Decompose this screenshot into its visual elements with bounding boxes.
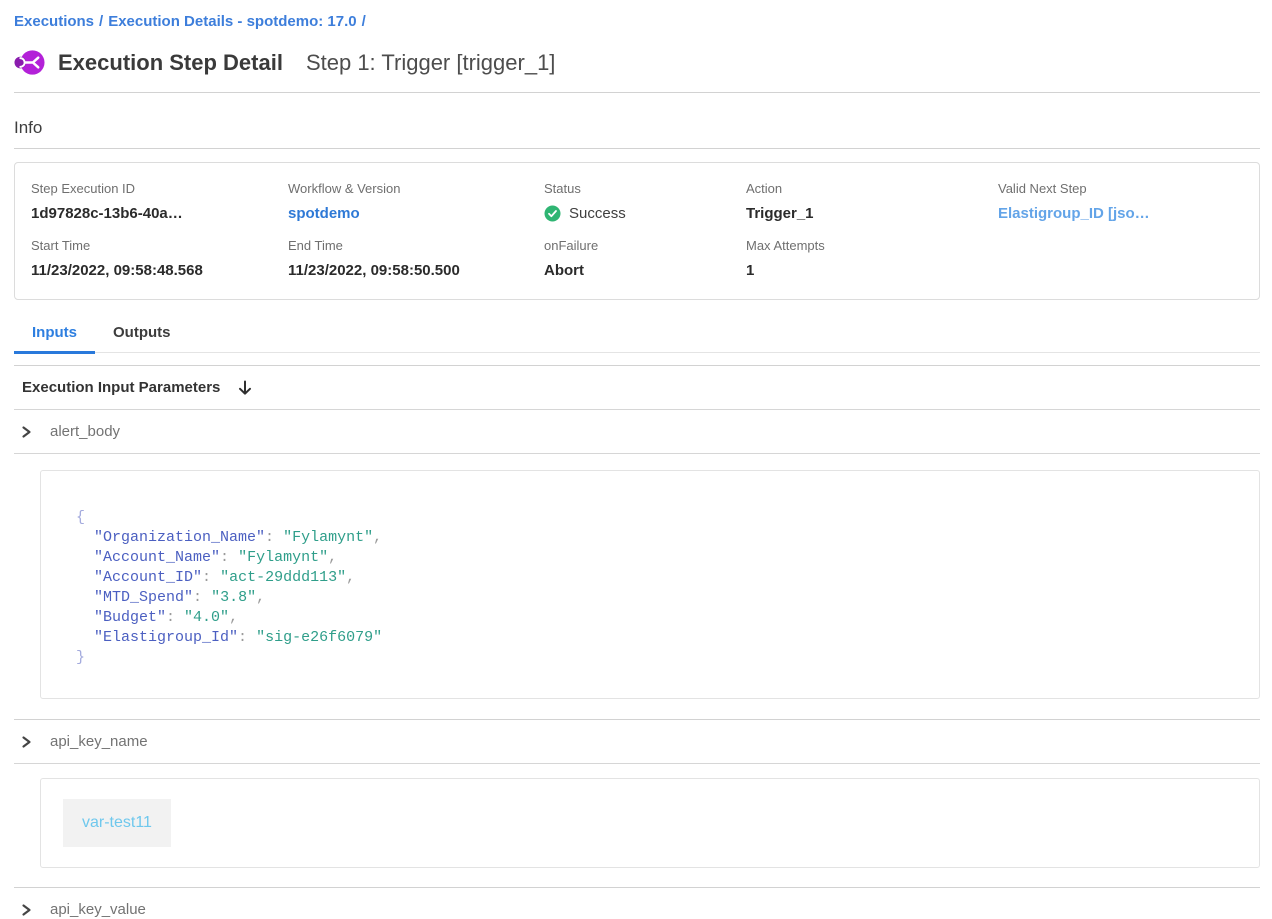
breadcrumb-separator: / — [94, 13, 108, 30]
execution-input-parameters-label: Execution Input Parameters — [22, 379, 220, 397]
step-execution-id-value: 1d97828c-13b6-40a… — [31, 205, 288, 222]
field-label: Step Execution ID — [31, 181, 288, 196]
info-field-step-execution-id: Step Execution ID 1d97828c-13b6-40a… — [31, 181, 288, 222]
section-alert-body[interactable]: alert_body — [14, 410, 1260, 453]
field-label: Status — [544, 181, 746, 196]
breadcrumb: Executions/Execution Details - spotdemo:… — [14, 0, 1260, 31]
onfailure-value: Abort — [544, 262, 746, 279]
action-value: Trigger_1 — [746, 205, 998, 222]
info-field-action: Action Trigger_1 — [746, 181, 998, 222]
section-api-key-name[interactable]: api_key_name — [14, 720, 1260, 763]
chevron-right-icon[interactable] — [20, 903, 33, 917]
valid-next-step-link[interactable]: Elastigroup_ID [jso… — [998, 205, 1243, 222]
start-time-value: 11/23/2022, 09:58:48.568 — [31, 262, 288, 279]
info-field-onfailure: onFailure Abort — [544, 238, 746, 279]
tab-outputs[interactable]: Outputs — [95, 314, 189, 352]
field-label: Valid Next Step — [998, 181, 1243, 196]
breadcrumb-executions[interactable]: Executions — [14, 13, 94, 30]
section-label-api-key-name: api_key_name — [50, 733, 148, 751]
execution-input-parameters-header[interactable]: Execution Input Parameters — [14, 366, 1260, 409]
info-field-empty — [998, 238, 1243, 279]
breadcrumb-trailing-separator: / — [357, 13, 371, 30]
page-subtitle: Step 1: Trigger [trigger_1] — [306, 50, 555, 76]
page-title: Execution Step Detail — [58, 50, 283, 76]
alert-body-divider — [14, 453, 1260, 454]
section-label-alert-body: alert_body — [50, 423, 120, 441]
tab-inputs[interactable]: Inputs — [14, 314, 95, 352]
api-key-name-value-chip: var-test11 — [63, 799, 171, 847]
fylamynt-logo-icon — [14, 47, 45, 78]
info-card: Step Execution ID 1d97828c-13b6-40a… Wor… — [14, 162, 1260, 300]
field-label: onFailure — [544, 238, 746, 253]
end-time-value: 11/23/2022, 09:58:50.500 — [288, 262, 544, 279]
page-title-bar: Execution Step Detail Step 1: Trigger [t… — [14, 47, 1260, 78]
api-key-name-value-box: var-test11 — [40, 778, 1260, 868]
info-section-title: Info — [14, 118, 1260, 138]
chevron-right-icon[interactable] — [20, 735, 33, 749]
workflow-link[interactable]: spotdemo — [288, 205, 544, 222]
title-divider — [14, 92, 1260, 93]
info-divider — [14, 148, 1260, 149]
breadcrumb-execution-details[interactable]: Execution Details - spotdemo: 17.0 — [108, 13, 356, 30]
success-check-icon — [544, 205, 561, 222]
info-field-start-time: Start Time 11/23/2022, 09:58:48.568 — [31, 238, 288, 279]
info-field-max-attempts: Max Attempts 1 — [746, 238, 998, 279]
tab-bar: Inputs Outputs — [14, 314, 1260, 353]
max-attempts-value: 1 — [746, 262, 998, 279]
info-field-end-time: End Time 11/23/2022, 09:58:50.500 — [288, 238, 544, 279]
field-label: Workflow & Version — [288, 181, 544, 196]
field-label: End Time — [288, 238, 544, 253]
field-label: Max Attempts — [746, 238, 998, 253]
status-value: Success — [544, 205, 746, 222]
execution-step-detail-page: Executions/Execution Details - spotdemo:… — [0, 0, 1272, 919]
section-api-key-value[interactable]: api_key_value — [14, 888, 1260, 919]
section-label-api-key-value: api_key_value — [50, 901, 146, 919]
chevron-right-icon[interactable] — [20, 425, 33, 439]
alert-body-code: { "Organization_Name": "Fylamynt", "Acco… — [76, 508, 1229, 668]
alert-body-json-viewer: { "Organization_Name": "Fylamynt", "Acco… — [40, 470, 1260, 699]
info-field-workflow-version: Workflow & Version spotdemo — [288, 181, 544, 222]
api-key-name-divider — [14, 763, 1260, 764]
status-text: Success — [569, 205, 626, 222]
arrow-down-icon[interactable] — [238, 380, 252, 396]
info-field-status: Status Success — [544, 181, 746, 222]
field-label: Action — [746, 181, 998, 196]
field-label: Start Time — [31, 238, 288, 253]
info-field-valid-next-step: Valid Next Step Elastigroup_ID [jso… — [998, 181, 1243, 222]
